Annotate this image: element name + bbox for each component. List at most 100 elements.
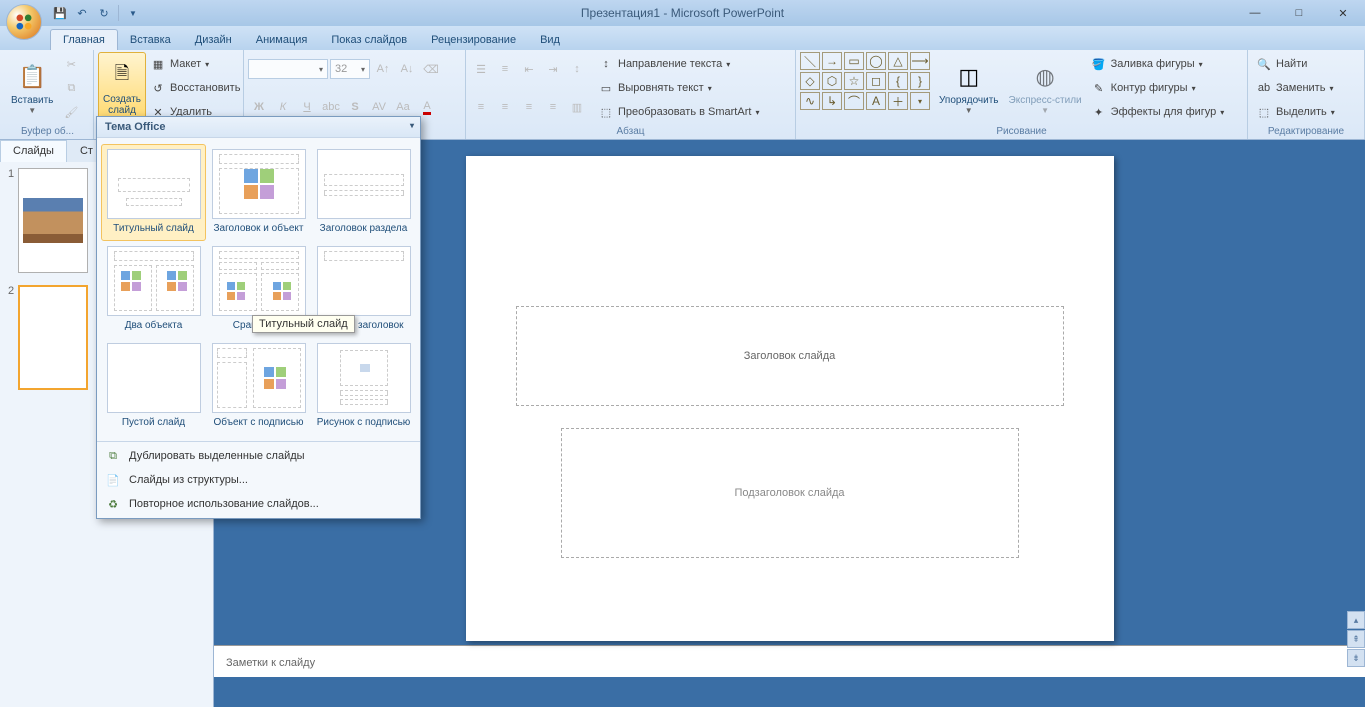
shape-curve-icon[interactable]: ∿ xyxy=(800,92,820,110)
layout-title-content[interactable]: Заголовок и объект xyxy=(206,144,311,241)
strike-icon[interactable]: abc xyxy=(320,97,342,117)
quick-styles-button[interactable]: ◍ Экспресс-стили ▼ xyxy=(1004,52,1087,124)
select-button[interactable]: ⬚Выделить ▾ xyxy=(1252,102,1360,122)
bullets-icon[interactable]: ☰ xyxy=(470,59,492,79)
italic-icon[interactable]: К xyxy=(272,97,294,117)
tab-animation[interactable]: Анимация xyxy=(244,30,320,50)
convert-smartart-button[interactable]: ⬚Преобразовать в SmartArt ▾ xyxy=(594,102,791,122)
format-painter-icon[interactable]: 🖌 xyxy=(60,102,82,122)
notes-pane[interactable]: Заметки к слайду xyxy=(214,645,1365,677)
shape-hex-icon[interactable]: ⬡ xyxy=(822,72,842,90)
layout-two-content[interactable]: Два объекта xyxy=(101,241,206,338)
slides-from-outline-action[interactable]: 📄Слайды из структуры... xyxy=(97,468,420,492)
shape-rect-icon[interactable]: ▭ xyxy=(844,52,864,70)
paste-button[interactable]: 📋 Вставить ▼ xyxy=(6,52,58,124)
scroll-up-icon[interactable]: ▴ xyxy=(1347,611,1365,629)
prev-slide-icon[interactable]: ⇞ xyxy=(1347,630,1365,648)
font-color-icon[interactable]: A xyxy=(416,97,438,117)
cut-icon[interactable]: ✂ xyxy=(60,54,82,74)
copy-icon[interactable]: ⧉ xyxy=(60,78,82,98)
shape-callout-icon[interactable]: ◻ xyxy=(866,72,886,90)
shape-brace-icon[interactable]: { xyxy=(888,72,908,90)
align-center-icon[interactable]: ≡ xyxy=(494,97,516,117)
layout-button[interactable]: ▦Макет ▾ xyxy=(146,54,244,74)
replace-icon: ab xyxy=(1256,80,1272,96)
smartart-icon: ⬚ xyxy=(598,104,614,120)
shape-brace2-icon[interactable]: } xyxy=(910,72,930,90)
shape-effects-button[interactable]: ✦Эффекты для фигур ▾ xyxy=(1087,102,1243,122)
tab-home[interactable]: Главная xyxy=(50,29,118,50)
title-placeholder[interactable]: Заголовок слайда xyxy=(516,306,1064,406)
layout-title-slide[interactable]: Титульный слайд xyxy=(101,144,206,241)
reset-button[interactable]: ↺Восстановить xyxy=(146,78,244,98)
shape-oval-icon[interactable]: ◯ xyxy=(866,52,886,70)
align-text-icon: ▭ xyxy=(598,80,614,96)
shape-fill-button[interactable]: 🪣Заливка фигуры ▾ xyxy=(1087,54,1243,74)
reset-icon: ↺ xyxy=(150,80,166,96)
columns-icon[interactable]: ▥ xyxy=(566,97,588,117)
outline-icon: 📄 xyxy=(105,472,121,488)
shapes-gallery[interactable]: ＼ → ▭ ◯ △ ⟶ ◇ ⬡ ☆ ◻ { } ∿ ↳ ⌒ A ＋ ▾ xyxy=(800,52,930,124)
font-size-combo[interactable]: 32▾ xyxy=(330,59,370,79)
duplicate-slides-action[interactable]: ⧉Дублировать выделенные слайды xyxy=(97,444,420,468)
align-text-button[interactable]: ▭Выровнять текст ▾ xyxy=(594,78,791,98)
bold-icon[interactable]: Ж xyxy=(248,97,270,117)
align-right-icon[interactable]: ≡ xyxy=(518,97,540,117)
replace-button[interactable]: abЗаменить ▾ xyxy=(1252,78,1360,98)
shape-more1-icon[interactable]: ⟶ xyxy=(910,52,930,70)
minimize-button[interactable]: — xyxy=(1233,0,1277,26)
shape-dropdown-icon[interactable]: ▾ xyxy=(910,92,930,110)
subtitle-placeholder[interactable]: Подзаголовок слайда xyxy=(561,428,1019,558)
layout-picture-caption[interactable]: Рисунок с подписью xyxy=(311,338,416,435)
qat-dropdown-icon[interactable]: ▼ xyxy=(125,5,141,21)
numbering-icon[interactable]: ≡ xyxy=(494,59,516,79)
case-icon[interactable]: Aa xyxy=(392,97,414,117)
panel-tab-slides[interactable]: Слайды xyxy=(0,140,67,162)
next-slide-icon[interactable]: ⇟ xyxy=(1347,649,1365,667)
layout-blank[interactable]: Пустой слайд xyxy=(101,338,206,435)
reuse-slides-action[interactable]: ♻Повторное использование слайдов... xyxy=(97,492,420,516)
grow-font-icon[interactable]: A↑ xyxy=(372,59,394,79)
scrollbar[interactable]: ▴ ⇞ ⇟ xyxy=(1347,140,1365,667)
justify-icon[interactable]: ≡ xyxy=(542,97,564,117)
increase-indent-icon[interactable]: ⇥ xyxy=(542,59,564,79)
text-direction-button[interactable]: ↕Направление текста ▾ xyxy=(594,54,791,74)
layout-section-header[interactable]: Заголовок раздела xyxy=(311,144,416,241)
shape-plus-icon[interactable]: ＋ xyxy=(888,92,908,110)
shape-outline-button[interactable]: ✎Контур фигуры ▾ xyxy=(1087,78,1243,98)
tab-review[interactable]: Рецензирование xyxy=(419,30,528,50)
gallery-dropdown-icon[interactable]: ▾ xyxy=(410,121,414,130)
tab-insert[interactable]: Вставка xyxy=(118,30,183,50)
shadow-icon[interactable]: S xyxy=(344,97,366,117)
spacing-icon[interactable]: AV xyxy=(368,97,390,117)
office-button[interactable] xyxy=(6,4,42,40)
slide[interactable]: Заголовок слайда Подзаголовок слайда xyxy=(466,156,1114,641)
line-spacing-icon[interactable]: ↕ xyxy=(566,59,588,79)
shape-line-icon[interactable]: ＼ xyxy=(800,52,820,70)
new-slide-button[interactable]: 🗎 Создать слайд xyxy=(98,52,146,124)
shape-triangle-icon[interactable]: △ xyxy=(888,52,908,70)
save-icon[interactable]: 💾 xyxy=(52,5,68,21)
tab-design[interactable]: Дизайн xyxy=(183,30,244,50)
tab-view[interactable]: Вид xyxy=(528,30,572,50)
undo-icon[interactable]: ↶ xyxy=(74,5,90,21)
find-button[interactable]: 🔍Найти xyxy=(1252,54,1360,74)
shape-diamond-icon[interactable]: ◇ xyxy=(800,72,820,90)
shape-star-icon[interactable]: ☆ xyxy=(844,72,864,90)
maximize-button[interactable]: □ xyxy=(1277,0,1321,26)
align-left-icon[interactable]: ≡ xyxy=(470,97,492,117)
font-combo[interactable]: ▾ xyxy=(248,59,328,79)
layout-content-caption[interactable]: Объект с подписью xyxy=(206,338,311,435)
clear-format-icon[interactable]: ⌫ xyxy=(420,59,442,79)
close-button[interactable]: ✕ xyxy=(1321,0,1365,26)
shape-text-icon[interactable]: A xyxy=(866,92,886,110)
redo-icon[interactable]: ↻ xyxy=(96,5,112,21)
shape-arrow-icon[interactable]: → xyxy=(822,52,842,70)
underline-icon[interactable]: Ч xyxy=(296,97,318,117)
decrease-indent-icon[interactable]: ⇤ xyxy=(518,59,540,79)
arrange-button[interactable]: ◫ Упорядочить ▼ xyxy=(934,52,1004,124)
shape-connector-icon[interactable]: ↳ xyxy=(822,92,842,110)
shape-arc-icon[interactable]: ⌒ xyxy=(844,92,864,110)
tab-slideshow[interactable]: Показ слайдов xyxy=(319,30,419,50)
shrink-font-icon[interactable]: A↓ xyxy=(396,59,418,79)
